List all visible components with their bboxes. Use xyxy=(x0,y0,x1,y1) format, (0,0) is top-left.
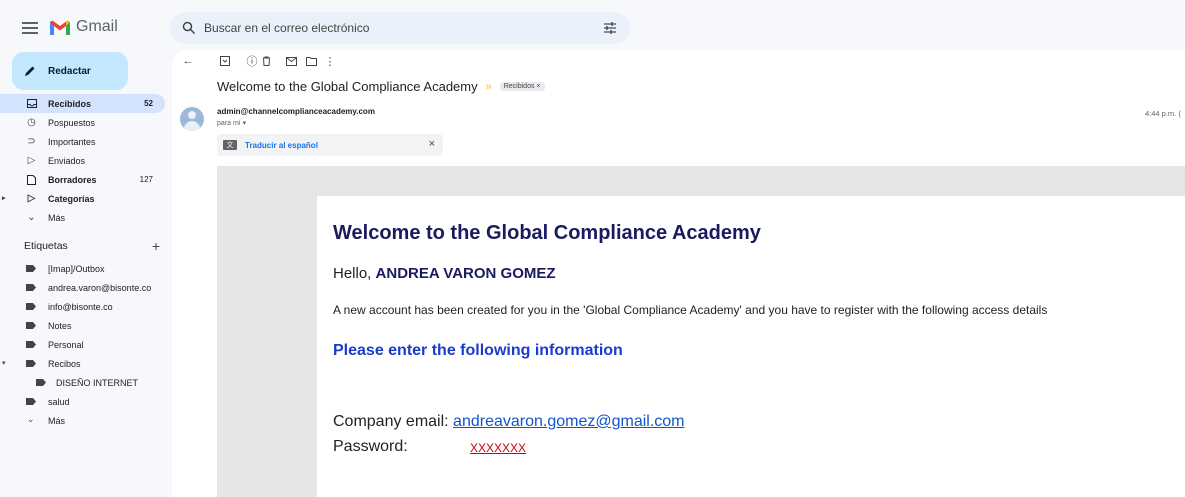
clock-icon: ◷ xyxy=(27,117,36,128)
translate-link[interactable]: Traducir al español xyxy=(245,141,318,150)
label-name: Recibos xyxy=(48,358,81,369)
sidebar-item-inbox[interactable]: Recibidos 52 xyxy=(0,94,165,113)
label-item[interactable]: [Imap]/Outbox xyxy=(0,259,165,278)
label-tag-icon xyxy=(36,379,46,386)
label-tag-icon xyxy=(26,322,36,329)
email-subject-line: Welcome to the Global Compliance Academy… xyxy=(217,79,545,94)
label-name: [Imap]/Outbox xyxy=(48,263,105,274)
close-icon[interactable]: × xyxy=(429,138,435,150)
archive-icon[interactable] xyxy=(219,55,231,67)
greeting-prefix: Hello, xyxy=(333,265,376,282)
sidebar-item-label: Pospuestos xyxy=(48,117,96,128)
app-name: Gmail xyxy=(76,18,118,35)
inbox-count: 52 xyxy=(144,99,153,108)
recipient-dropdown[interactable]: para mí ▾ xyxy=(217,119,246,127)
inbox-icon xyxy=(26,98,37,109)
label-name: Personal xyxy=(48,339,84,350)
label-item[interactable]: info@bisonte.co xyxy=(0,297,165,316)
label-name: info@bisonte.co xyxy=(48,301,113,312)
sidebar-item-label: Importantes xyxy=(48,136,96,147)
sidebar-item-label: Enviados xyxy=(48,155,86,166)
sidebar-item-label: Categorías xyxy=(48,193,95,204)
label-name: salud xyxy=(48,396,70,407)
label-item-more[interactable]: ⌄ Más xyxy=(0,411,165,430)
password-label: Password: xyxy=(333,438,408,455)
label-item[interactable]: Personal xyxy=(0,335,165,354)
search-bar[interactable] xyxy=(170,12,630,44)
chevron-down-icon: ⌄ xyxy=(27,414,35,424)
labels-heading: Etiquetas xyxy=(24,240,68,252)
label-tag-icon xyxy=(26,284,36,291)
sidebar-item-snoozed[interactable]: ◷ Pospuestos xyxy=(0,113,165,132)
label-item[interactable]: salud xyxy=(0,392,165,411)
main-menu-icon[interactable] xyxy=(22,22,38,34)
company-email-row: Company email: andreavaron.gomez@gmail.c… xyxy=(333,413,685,431)
sender-avatar xyxy=(180,107,204,131)
send-icon: ▷ xyxy=(27,155,36,166)
sidebar-item-drafts[interactable]: Borradores 127 xyxy=(0,170,165,189)
password-value: XXXXXXX xyxy=(470,441,527,455)
labels-header: Etiquetas + xyxy=(24,238,160,254)
report-spam-icon[interactable]: ⓘ xyxy=(246,55,258,68)
draft-icon xyxy=(26,174,37,185)
search-icon[interactable] xyxy=(182,21,196,35)
label-tag-icon xyxy=(26,265,36,272)
drafts-count: 127 xyxy=(139,175,153,184)
pencil-icon xyxy=(25,66,35,76)
delete-icon[interactable] xyxy=(260,55,272,67)
translate-icon: 文 xyxy=(223,140,237,150)
sidebar-item-label: Recibidos xyxy=(48,98,92,109)
sidebar-item-categories[interactable]: ▸ ▷ Categorías xyxy=(0,189,165,208)
label-item[interactable]: andrea.varon@bisonte.co xyxy=(0,278,165,297)
sidebar-item-label: Más xyxy=(48,212,66,223)
email-heading: Welcome to the Global Compliance Academy xyxy=(333,222,761,244)
important-marker-icon[interactable]: » xyxy=(486,81,492,93)
gmail-m-icon xyxy=(50,20,70,35)
email-subheading: Please enter the following information xyxy=(333,342,623,359)
sidebar-item-more[interactable]: ⌄ Más xyxy=(0,208,165,227)
compose-button[interactable]: Redactar xyxy=(12,52,128,90)
search-options-icon[interactable] xyxy=(602,21,618,35)
search-input[interactable] xyxy=(204,21,602,35)
label-name: Notes xyxy=(48,320,72,331)
labels-list: [Imap]/Outbox andrea.varon@bisonte.co in… xyxy=(0,259,165,430)
label-tag-icon xyxy=(26,341,36,348)
important-icon: ⊃ xyxy=(27,136,36,147)
gmail-logo[interactable]: Gmail xyxy=(50,18,118,36)
email-subject: Welcome to the Global Compliance Academy xyxy=(217,79,478,94)
chevron-down-icon: ⌄ xyxy=(27,212,36,223)
sidebar-item-important[interactable]: ⊃ Importantes xyxy=(0,132,165,151)
add-label-button[interactable]: + xyxy=(152,238,160,254)
mark-unread-icon[interactable] xyxy=(285,55,297,67)
company-email-link[interactable]: andreavaron.gomez@gmail.com xyxy=(453,413,684,430)
back-arrow-icon[interactable]: ← xyxy=(182,55,194,67)
email-time: 4:44 p.m. ( xyxy=(1145,109,1181,118)
greeting: Hello, ANDREA VARON GOMEZ xyxy=(333,265,556,282)
sender-address: admin@channelcomplianceacademy.com xyxy=(217,107,375,116)
sidebar-item-sent[interactable]: ▷ Enviados xyxy=(0,151,165,170)
recipient-name: ANDREA VARON GOMEZ xyxy=(375,265,556,282)
move-to-icon[interactable] xyxy=(305,55,317,67)
label-outline-icon: ▷ xyxy=(27,193,36,204)
inbox-label-chip[interactable]: Recibidos × xyxy=(499,82,545,91)
sidebar-item-label: Borradores xyxy=(48,174,97,185)
label-item[interactable]: Notes xyxy=(0,316,165,335)
compose-label: Redactar xyxy=(48,65,91,77)
label-item[interactable]: DISEÑO INTERNET xyxy=(0,373,165,392)
sidebar-nav: Recibidos 52 ◷ Pospuestos ⊃ Importantes … xyxy=(0,94,165,227)
label-tag-icon xyxy=(26,303,36,310)
company-email-label: Company email: xyxy=(333,413,454,430)
label-tag-icon xyxy=(26,360,36,367)
label-name: DISEÑO INTERNET xyxy=(56,377,139,388)
label-tag-icon xyxy=(26,398,36,405)
more-vertical-icon[interactable]: ⋮ xyxy=(324,55,336,68)
label-name: Más xyxy=(48,415,66,426)
translate-bar: 文 Traducir al español × xyxy=(217,134,443,156)
password-row: Password: XXXXXXX xyxy=(333,438,633,460)
expand-caret-icon[interactable]: ▾ xyxy=(2,359,6,367)
label-name: andrea.varon@bisonte.co xyxy=(48,282,152,293)
expand-caret-icon[interactable]: ▸ xyxy=(2,194,6,202)
label-item[interactable]: ▾ Recibos xyxy=(0,354,165,373)
email-paragraph: A new account has been created for you i… xyxy=(333,303,1048,317)
